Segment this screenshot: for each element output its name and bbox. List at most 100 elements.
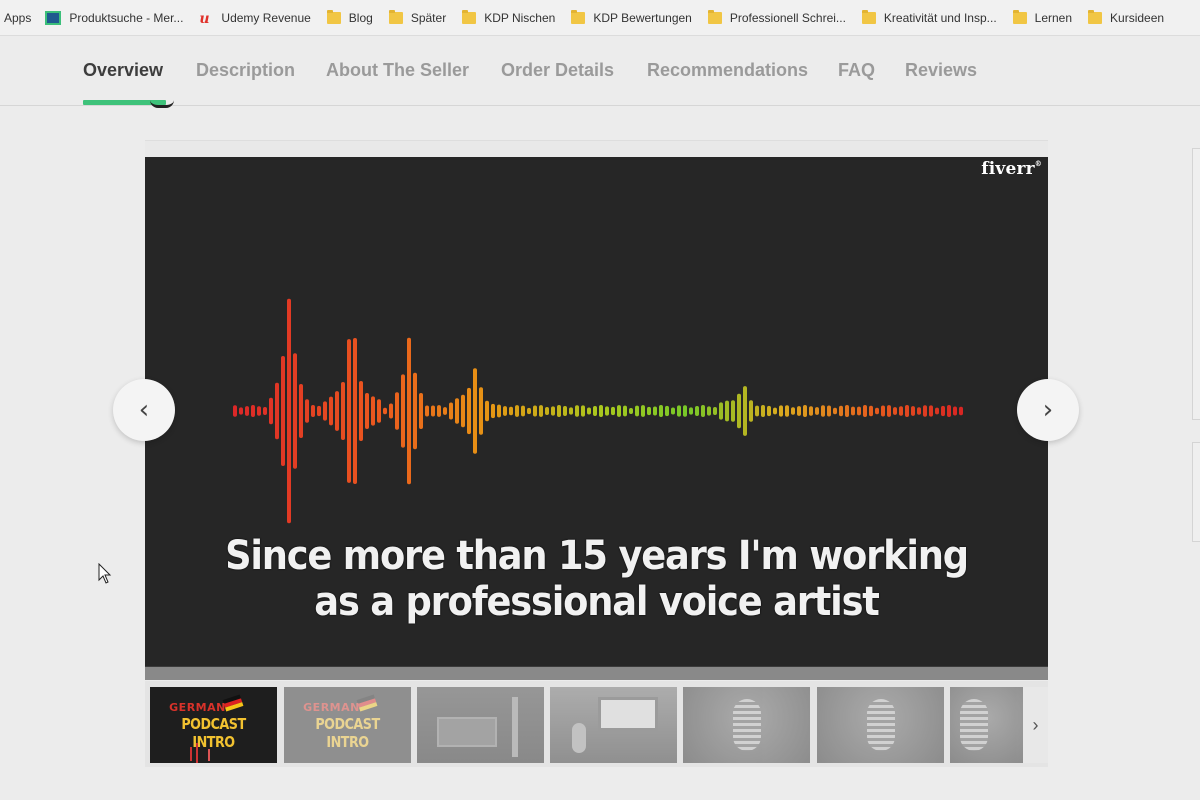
waveform-bar — [545, 406, 549, 416]
waveform-bar — [293, 353, 297, 469]
waveform-bar — [533, 405, 537, 417]
caption-line-1: Since more than 15 years I'm working — [225, 533, 969, 579]
bookmark-kreativitaet[interactable]: Kreativität und Insp... — [861, 0, 997, 35]
tab-description[interactable]: Description — [196, 60, 295, 81]
gallery-next-button[interactable]: › — [1017, 379, 1079, 441]
sidebar-card-edge — [1192, 442, 1200, 542]
bookmark-kdp-bewertungen[interactable]: KDP Bewertungen — [571, 0, 692, 35]
microphone-icon — [867, 699, 895, 751]
bookmark-udemy-revenue[interactable]: u Udemy Revenue — [199, 0, 310, 35]
tab-order-details[interactable]: Order Details — [501, 60, 614, 81]
waveform-bar — [857, 406, 861, 416]
waveform-bar — [923, 405, 927, 417]
bookmark-spaeter[interactable]: Später — [388, 0, 447, 35]
thumbnail-6[interactable] — [817, 687, 944, 763]
thumbnail-3[interactable] — [417, 687, 544, 763]
waveform-bar — [305, 399, 309, 423]
gig-nav-tabs: Overview Description About The Seller Or… — [0, 36, 1200, 108]
bookmark-label: Apps — [4, 10, 32, 25]
sidebar-card-edge — [1192, 148, 1200, 420]
waveform-bar — [809, 406, 813, 416]
waveform-bar — [443, 407, 447, 415]
waveform-bar — [755, 405, 759, 417]
thumbnail-5[interactable] — [683, 687, 810, 763]
waveform-bar — [905, 405, 909, 417]
waveform-bar — [395, 392, 399, 430]
thumbnail-next-button[interactable]: › — [1023, 687, 1048, 763]
bookmark-kdp-nischen[interactable]: KDP Nischen — [462, 0, 556, 35]
waveform-bar — [251, 405, 255, 417]
waveform-bar — [317, 405, 321, 417]
waveform-bar — [743, 386, 747, 436]
waveform-bar — [437, 405, 441, 417]
waveform-bar — [767, 405, 771, 417]
studio-desk-shape — [437, 717, 497, 747]
gallery-prev-button[interactable]: ‹ — [113, 379, 175, 441]
video-progress-bar[interactable] — [145, 666, 1048, 680]
waveform-bar — [581, 405, 585, 417]
bookmark-label: Blog — [348, 10, 373, 25]
bookmark-label: Später — [410, 10, 447, 25]
waveform-bar — [485, 400, 489, 422]
tab-recommendations[interactable]: Recommendations — [647, 60, 808, 81]
waveform-bar — [479, 387, 483, 435]
bookmark-professionell-schreiben[interactable]: Professionell Schrei... — [707, 0, 846, 35]
thumbnail-1[interactable]: GERMAN PODCAST INTRO — [150, 687, 277, 763]
waveform-bar — [407, 337, 411, 485]
waveform-bar — [593, 405, 597, 417]
thumbnail-subtitle: PODCAST INTRO — [315, 715, 380, 751]
microphone-shape — [572, 723, 586, 753]
waveform-bar — [677, 405, 681, 417]
bookmark-label: KDP Nischen — [484, 10, 556, 25]
waveform-bar — [641, 405, 645, 417]
thumbnail-7[interactable] — [950, 687, 1023, 763]
tab-overview[interactable]: Overview — [83, 60, 163, 81]
video-player[interactable]: fiverr® Since more than 15 years I'm wor… — [145, 157, 1048, 667]
waveform-bar — [359, 380, 363, 442]
waveform-bar — [773, 407, 777, 415]
waveform-bar — [365, 393, 369, 429]
waveform-bar — [431, 405, 435, 417]
waveform-bar — [617, 405, 621, 417]
waveform-bar — [845, 405, 849, 417]
tab-faq[interactable]: FAQ — [838, 60, 875, 81]
waveform-bar — [701, 405, 705, 417]
waveform-bar — [263, 407, 267, 415]
folder-icon — [462, 9, 477, 24]
folder-icon — [571, 9, 586, 24]
waveform-bar — [707, 406, 711, 416]
tab-reviews[interactable]: Reviews — [905, 60, 977, 81]
bookmark-apps[interactable]: Apps — [4, 0, 32, 35]
waveform-bar — [449, 402, 453, 420]
waveform-bar — [245, 406, 249, 416]
chevron-right-icon: › — [1032, 714, 1039, 735]
waveform-bar — [299, 383, 303, 439]
bookmark-produktsuche[interactable]: Produktsuche - Mer... — [45, 0, 183, 35]
waveform-bar — [347, 339, 351, 483]
waveform-bar — [893, 407, 897, 415]
thumbnail-4[interactable] — [550, 687, 677, 763]
waveform-bar — [257, 406, 261, 416]
video-caption: Since more than 15 years I'm working as … — [181, 533, 1012, 625]
waveform-bar — [737, 393, 741, 429]
bookmark-label: Kreativität und Insp... — [883, 10, 997, 25]
waveform-bar — [599, 405, 603, 417]
waveform-bar — [797, 406, 801, 416]
waveform-bar — [953, 406, 957, 416]
waveform-bar — [647, 406, 651, 416]
bookmark-blog[interactable]: Blog — [326, 0, 373, 35]
thumbnail-title: GERMAN — [303, 701, 360, 714]
thumbnail-2[interactable]: GERMAN PODCAST INTRO — [284, 687, 411, 763]
waveform-bar — [233, 405, 237, 417]
udemy-icon: u — [199, 10, 210, 27]
studio-stand-shape — [512, 697, 518, 757]
waveform-bar — [653, 406, 657, 416]
bookmark-kursideen[interactable]: Kursideen — [1088, 0, 1164, 35]
waveform-bar — [725, 400, 729, 422]
bookmark-lernen[interactable]: Lernen — [1012, 0, 1072, 35]
waveform-bar — [335, 391, 339, 431]
fiverr-logo: fiverr® — [981, 159, 1042, 179]
waveform-bar — [611, 406, 615, 416]
tab-about-the-seller[interactable]: About The Seller — [326, 60, 469, 81]
waveform-bar — [419, 392, 423, 430]
